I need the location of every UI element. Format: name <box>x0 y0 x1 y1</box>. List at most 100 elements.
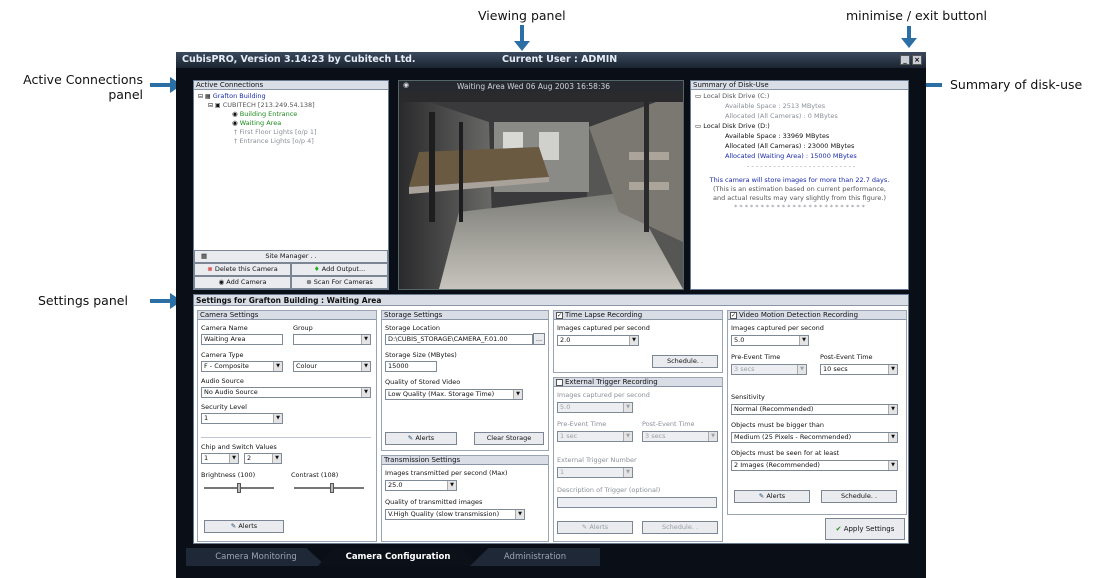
estimate-note: (This is an estimation based on current … <box>713 185 886 193</box>
button-label: Alerts <box>415 434 435 442</box>
storage-location-input[interactable]: D:\CUBIS_STORAGE\CAMERA_F.01.00 <box>385 334 533 345</box>
minimise-button[interactable]: _ <box>900 55 910 65</box>
external-post-event-select[interactable]: 3 secs ▼ <box>642 431 718 442</box>
field-label: Images transmitted per second (Max) <box>385 469 508 477</box>
external-alerts-button[interactable]: ✎ Alerts <box>557 521 633 534</box>
sensitivity-select[interactable]: Normal (Recommended) ▼ <box>731 404 898 415</box>
add-output-button[interactable]: ♦ Add Output... <box>291 263 388 276</box>
viewing-panel: ◉ Waiting Area Wed 06 Aug 2003 16:58:36 <box>398 80 684 290</box>
storage-alerts-button[interactable]: ✎ Alerts <box>385 432 457 445</box>
field-label: Chip and Switch Values <box>201 443 277 451</box>
tree-node-output[interactable]: † First Floor Lights [o/p 1] <box>234 128 317 136</box>
disk-summary-panel: Summary of Disk-Use ▭ Local Disk Drive (… <box>690 80 909 290</box>
motion-post-event-select[interactable]: 10 secs ▼ <box>820 364 898 375</box>
tree-node-camera[interactable]: ◉ Building Entrance <box>232 110 297 118</box>
chevron-down-icon: ▼ <box>447 481 456 490</box>
chip-value-select[interactable]: 1 ▼ <box>201 453 239 464</box>
time-lapse-checkbox[interactable]: ✓ <box>556 311 563 319</box>
field-label: Objects must be bigger than <box>731 421 824 429</box>
browse-button[interactable]: ... <box>533 333 545 345</box>
alert-icon: ✎ <box>581 523 588 531</box>
camera-type-select[interactable]: F - Composite ▼ <box>201 361 283 372</box>
transmission-quality-select[interactable]: V.High Quality (slow transmission) ▼ <box>385 509 525 520</box>
button-label: Scan For Cameras <box>313 278 373 286</box>
external-rate-select[interactable]: 5.0 ▼ <box>557 402 633 413</box>
field-label: Images captured per second <box>731 324 824 332</box>
group-header: Storage Settings <box>382 311 548 320</box>
field-label: Post-Event Time <box>642 420 695 428</box>
panel-header: Active Connections <box>194 81 388 90</box>
time-lapse-schedule-button[interactable]: Schedule. . <box>652 355 718 368</box>
contrast-slider[interactable] <box>294 483 364 493</box>
slider-thumb[interactable] <box>237 483 241 493</box>
settings-header: Settings for Grafton Building : Waiting … <box>194 295 908 306</box>
select-value: 3 secs <box>734 365 755 373</box>
group-select[interactable]: ▼ <box>293 334 371 345</box>
field-label: Quality of Stored Video <box>385 378 461 386</box>
field-label: External Trigger Number <box>557 456 637 464</box>
stars-separator: * * * * * * * * * * * * * * * * * * * * … <box>734 203 865 211</box>
transmission-rate-select[interactable]: 25.0 ▼ <box>385 480 457 491</box>
colour-select[interactable]: Colour ▼ <box>293 361 371 372</box>
time-lapse-rate-select[interactable]: 2.0 ▼ <box>557 335 639 346</box>
motion-rate-select[interactable]: 5.0 ▼ <box>731 335 809 346</box>
apply-settings-button[interactable]: ✔ Apply Settings <box>825 518 905 540</box>
time-lapse-group: ✓ Time Lapse Recording Images captured pe… <box>553 310 723 373</box>
select-value: Colour <box>296 362 318 370</box>
security-level-select[interactable]: 1 ▼ <box>201 413 283 424</box>
active-connections-panel: Active Connections ⊟ ▦ Grafton Building … <box>193 80 389 290</box>
external-schedule-button[interactable]: Schedule. . <box>642 521 718 534</box>
camera-name-input[interactable]: Waiting Area <box>201 334 283 345</box>
field-label: Objects must be seen for at least <box>731 449 840 457</box>
slider-thumb[interactable] <box>329 483 334 493</box>
delete-icon: ⊗ <box>207 265 213 273</box>
trigger-description-input[interactable] <box>557 497 717 508</box>
clear-storage-button[interactable]: Clear Storage <box>474 432 544 445</box>
storage-size-input[interactable]: 15000 <box>385 361 437 372</box>
scan-cameras-button[interactable]: ⊛ Scan For Cameras <box>291 276 388 289</box>
c-available: Available Space : 2513 MBytes <box>725 102 826 110</box>
tree-node-building[interactable]: ⊟ ▦ Grafton Building <box>198 92 266 101</box>
select-value: 3 secs <box>645 432 666 440</box>
select-value: No Audio Source <box>204 388 258 396</box>
chevron-down-icon: ▼ <box>629 336 638 345</box>
add-camera-button[interactable]: ◉ Add Camera <box>194 276 291 289</box>
external-pre-event-select[interactable]: 1 sec ▼ <box>557 431 633 442</box>
site-manager-button[interactable]: ▦ Site Manager . . <box>194 250 388 263</box>
tree-node-camera[interactable]: ◉ Waiting Area <box>232 119 281 127</box>
trigger-number-select[interactable]: 1 ▼ <box>557 467 633 478</box>
stored-quality-select[interactable]: Low Quality (Max. Storage Time) ▼ <box>385 389 523 400</box>
external-trigger-checkbox[interactable] <box>556 378 563 386</box>
settings-panel: Settings for Grafton Building : Waiting … <box>193 294 909 544</box>
delete-camera-button[interactable]: ⊗ Delete this Camera <box>194 263 291 276</box>
camera-alerts-button[interactable]: ✎ Alerts <box>204 520 284 533</box>
tab-camera-monitoring[interactable]: Camera Monitoring <box>186 548 326 566</box>
field-label: Pre-Event Time <box>731 353 781 361</box>
switch-value-select[interactable]: 2 ▼ <box>244 453 282 464</box>
object-size-select[interactable]: Medium (25 Pixels - Recommended) ▼ <box>731 432 898 443</box>
tab-administration[interactable]: Administration <box>470 548 600 566</box>
brightness-slider[interactable] <box>204 483 274 493</box>
field-label: Camera Name <box>201 324 248 332</box>
eye-icon: ◉ <box>218 278 225 286</box>
arrow-head <box>514 41 530 51</box>
motion-schedule-button[interactable]: Schedule. . <box>821 490 897 503</box>
motion-alerts-button[interactable]: ✎ Alerts <box>734 490 810 503</box>
button-label: Add Output... <box>321 265 366 273</box>
select-value: Low Quality (Max. Storage Time) <box>388 390 495 398</box>
tree-label: Building Entrance <box>239 110 298 118</box>
select-value: 2 <box>247 454 252 462</box>
tree-node-server[interactable]: ⊟ ▣ CUBITECH [213.249.54.138] <box>208 101 315 110</box>
motion-pre-event-select[interactable]: 3 secs ▼ <box>731 364 807 375</box>
motion-detection-checkbox[interactable]: ✓ <box>730 311 737 319</box>
audio-source-select[interactable]: No Audio Source ▼ <box>201 387 371 398</box>
tree-label: Grafton Building <box>212 92 266 100</box>
group-title: External Trigger Recording <box>565 378 658 386</box>
select-value: 5.0 <box>560 403 571 411</box>
close-button[interactable]: × <box>912 55 922 65</box>
object-duration-select[interactable]: 2 Images (Recommended) ▼ <box>731 460 898 471</box>
tab-camera-configuration[interactable]: Camera Configuration <box>318 548 478 566</box>
lamp-icon: † <box>234 137 238 145</box>
d-allocated-waiting: Allocated (Waiting Area) : 15000 MBytes <box>725 152 857 160</box>
tree-node-output[interactable]: † Entrance Lights [o/p 4] <box>234 137 314 145</box>
